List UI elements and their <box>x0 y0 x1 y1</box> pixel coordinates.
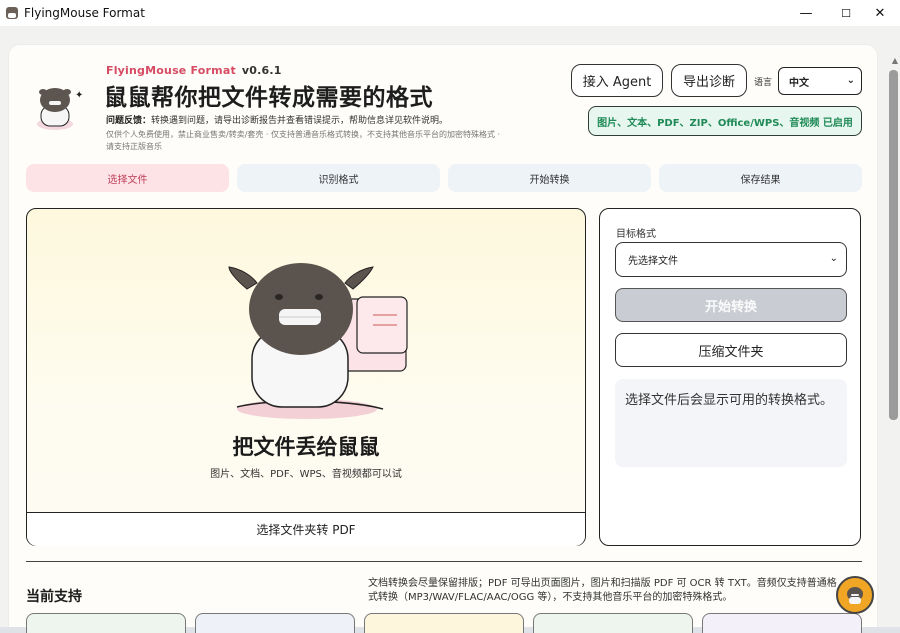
brand-line: FlyingMouse Format v0.6.1 <box>106 64 282 77</box>
target-format-value: 先选择文件 <box>628 256 678 267</box>
mascot-logo-icon: ✦ <box>37 88 83 130</box>
support-section-title: 当前支持 <box>26 589 82 605</box>
step-tabs: 选择文件 识别格式 开始转换 保存结果 <box>26 164 862 192</box>
mascot-illustration-icon <box>228 263 408 419</box>
support-card[interactable] <box>195 613 355 633</box>
agent-button[interactable]: 接入 Agent <box>571 64 663 97</box>
window-title: FlyingMouse Format <box>24 6 145 20</box>
step-select-file[interactable]: 选择文件 <box>26 164 229 192</box>
mascot-face-icon <box>847 587 863 604</box>
language-value: 中文 <box>789 77 809 89</box>
export-diagnostics-button[interactable]: 导出诊断 <box>671 64 747 97</box>
brand-name: FlyingMouse Format <box>106 64 236 77</box>
support-card[interactable] <box>26 613 186 633</box>
mascot-helper-button[interactable] <box>836 576 874 614</box>
minimize-button[interactable]: — <box>786 0 826 26</box>
scroll-up-arrow-icon[interactable]: ▲ <box>892 56 898 65</box>
folder-to-pdf-button[interactable]: 选择文件夹转 PDF <box>27 512 585 546</box>
support-card[interactable] <box>702 613 862 633</box>
step-start-convert[interactable]: 开始转换 <box>448 164 651 192</box>
svg-text:✦: ✦ <box>75 90 83 101</box>
language-label: 语言 <box>754 78 773 88</box>
support-card[interactable] <box>533 613 693 633</box>
close-button[interactable]: ✕ <box>860 0 900 26</box>
app-icon <box>6 7 18 19</box>
conversion-panel: 目标格式 先选择文件 ⌄ 开始转换 压缩文件夹 选择文件后会显示可用的转换格式。 <box>599 208 861 546</box>
app-window: FlyingMouse Format — ☐ ✕ ▲ ▼ ✦ FlyingMou… <box>0 0 900 633</box>
start-convert-button[interactable]: 开始转换 <box>615 288 847 322</box>
usage-notice: 仅供个人免费使用，禁止商业售卖/转卖/套壳 · 仅支持普通音乐格式转换，不支持其… <box>106 130 501 151</box>
section-divider <box>26 561 862 562</box>
target-format-select[interactable]: 先选择文件 ⌄ <box>615 242 847 277</box>
title-bar: FlyingMouse Format — ☐ ✕ <box>0 0 900 26</box>
file-drop-zone[interactable]: 把文件丢给鼠鼠 图片、文档、PDF、WPS、音视频都可以试 选择文件夹转 PDF <box>26 208 586 546</box>
drop-zone-subtitle: 图片、文档、PDF、WPS、音视频都可以试 <box>210 469 402 480</box>
support-card[interactable] <box>364 613 524 633</box>
page-title: 鼠鼠帮你把文件转成需要的格式 <box>104 85 433 111</box>
chevron-down-icon: ⌄ <box>829 253 838 264</box>
support-note: 文档转换会尽量保留排版；PDF 可导出页面图片，图片和扫描版 PDF 可 OCR… <box>368 578 837 603</box>
feedback-text: 转换遇到问题，请导出诊断报告并查看错误提示，帮助信息详见软件说明。 <box>151 116 449 126</box>
language-select[interactable]: 中文 ⌄ <box>778 67 862 95</box>
feedback-label: 问题反馈： <box>106 116 152 126</box>
step-save-result[interactable]: 保存结果 <box>659 164 862 192</box>
step-identify-format[interactable]: 识别格式 <box>237 164 440 192</box>
drop-zone-title: 把文件丢给鼠鼠 <box>232 435 380 459</box>
enabled-formats-badge: 图片、文本、PDF、ZIP、Office/WPS、音视频 已启用 <box>588 106 862 136</box>
format-hint-box: 选择文件后会显示可用的转换格式。 <box>615 379 847 467</box>
compress-folder-button[interactable]: 压缩文件夹 <box>615 333 847 367</box>
version-label: v0.6.1 <box>241 64 282 77</box>
support-cards <box>26 613 862 633</box>
chevron-down-icon: ⌄ <box>846 75 855 86</box>
target-format-label: 目标格式 <box>616 229 656 240</box>
feedback-line: 问题反馈：转换遇到问题，请导出诊断报告并查看错误提示，帮助信息详见软件说明。 <box>106 113 448 126</box>
vertical-scrollbar[interactable] <box>889 70 898 420</box>
